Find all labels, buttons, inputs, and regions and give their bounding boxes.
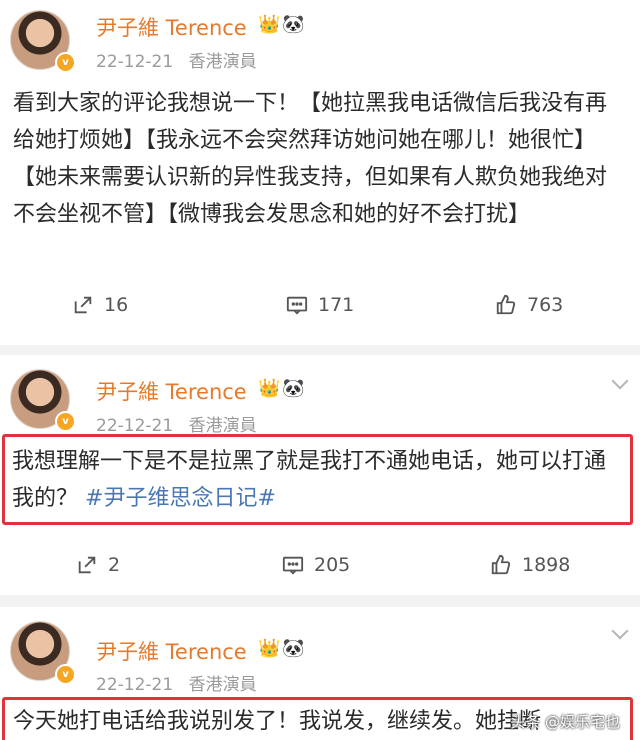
author-name[interactable]: 尹子維 Terence [96,636,247,666]
comment-button[interactable]: 205 [282,545,350,585]
crown-icon: 👑 [258,378,281,399]
author-verification: 香港演員 [188,52,257,72]
author-name[interactable]: 尹子維 Terence [96,12,247,42]
post-date: 22-12-21 [96,416,174,436]
weibo-post-1: v 尹子維 Terence 👑 🐼 22-12-21 香港演員 看到大家的评论我… [0,0,640,345]
repost-count: 2 [108,554,121,576]
post-meta: 22-12-21 香港演員 [96,411,257,436]
author-name[interactable]: 尹子維 Terence [96,376,247,406]
watermark: 头条 @娱乐宅也 [510,713,620,731]
repost-button[interactable]: 16 [72,285,128,325]
comment-button[interactable]: 171 [286,285,354,325]
crown-icon: 👑 [258,14,281,35]
panda-icon: 🐼 [282,638,305,659]
comment-count: 205 [314,554,351,576]
author-verification: 香港演員 [188,416,257,436]
like-count: 763 [527,294,564,316]
repost-count: 16 [104,294,129,316]
thumbs-up-icon [496,294,516,315]
weibo-post-2: v 尹子維 Terence 👑 🐼 22-12-21 香港演員 我想理解一下是不… [0,355,640,595]
chevron-down-icon[interactable] [611,622,629,640]
like-button[interactable]: 763 [495,285,563,325]
repost-icon [74,296,92,314]
like-button[interactable]: 1898 [490,545,570,585]
repost-button[interactable]: 2 [76,545,120,585]
post-actions: 2 205 1898 [0,545,640,585]
verified-badge-icon: v [55,52,76,73]
like-count: 1898 [522,554,571,576]
post-meta: 22-12-21 香港演員 [96,47,257,72]
comment-icon [282,556,304,575]
repost-icon [78,556,96,574]
panda-icon: 🐼 [282,14,305,35]
verified-badge-icon: v [55,411,76,432]
panda-icon: 🐼 [282,378,305,399]
post-actions: 16 171 763 [0,285,640,325]
comment-count: 171 [318,294,355,316]
hashtag-link[interactable]: #尹子维思念日记# [85,486,276,511]
comment-icon [286,296,308,315]
crown-icon: 👑 [258,638,281,659]
chevron-down-icon[interactable] [611,372,629,390]
thumbs-up-icon [491,554,511,575]
verified-badge-icon: v [55,664,76,685]
post-text: 我想理解一下是不是拉黑了就是我打不通她电话，她可以打通我的？ #尹子维思念日记# [12,443,624,517]
author-verification: 香港演員 [188,675,257,695]
post-meta: 22-12-21 香港演員 [96,670,257,695]
post-date: 22-12-21 [96,675,174,695]
post-date: 22-12-21 [96,52,174,72]
post-text: 看到大家的评论我想说一下！【她拉黑我电话微信后我没有再给她打烦她】【我永远不会突… [13,91,608,227]
